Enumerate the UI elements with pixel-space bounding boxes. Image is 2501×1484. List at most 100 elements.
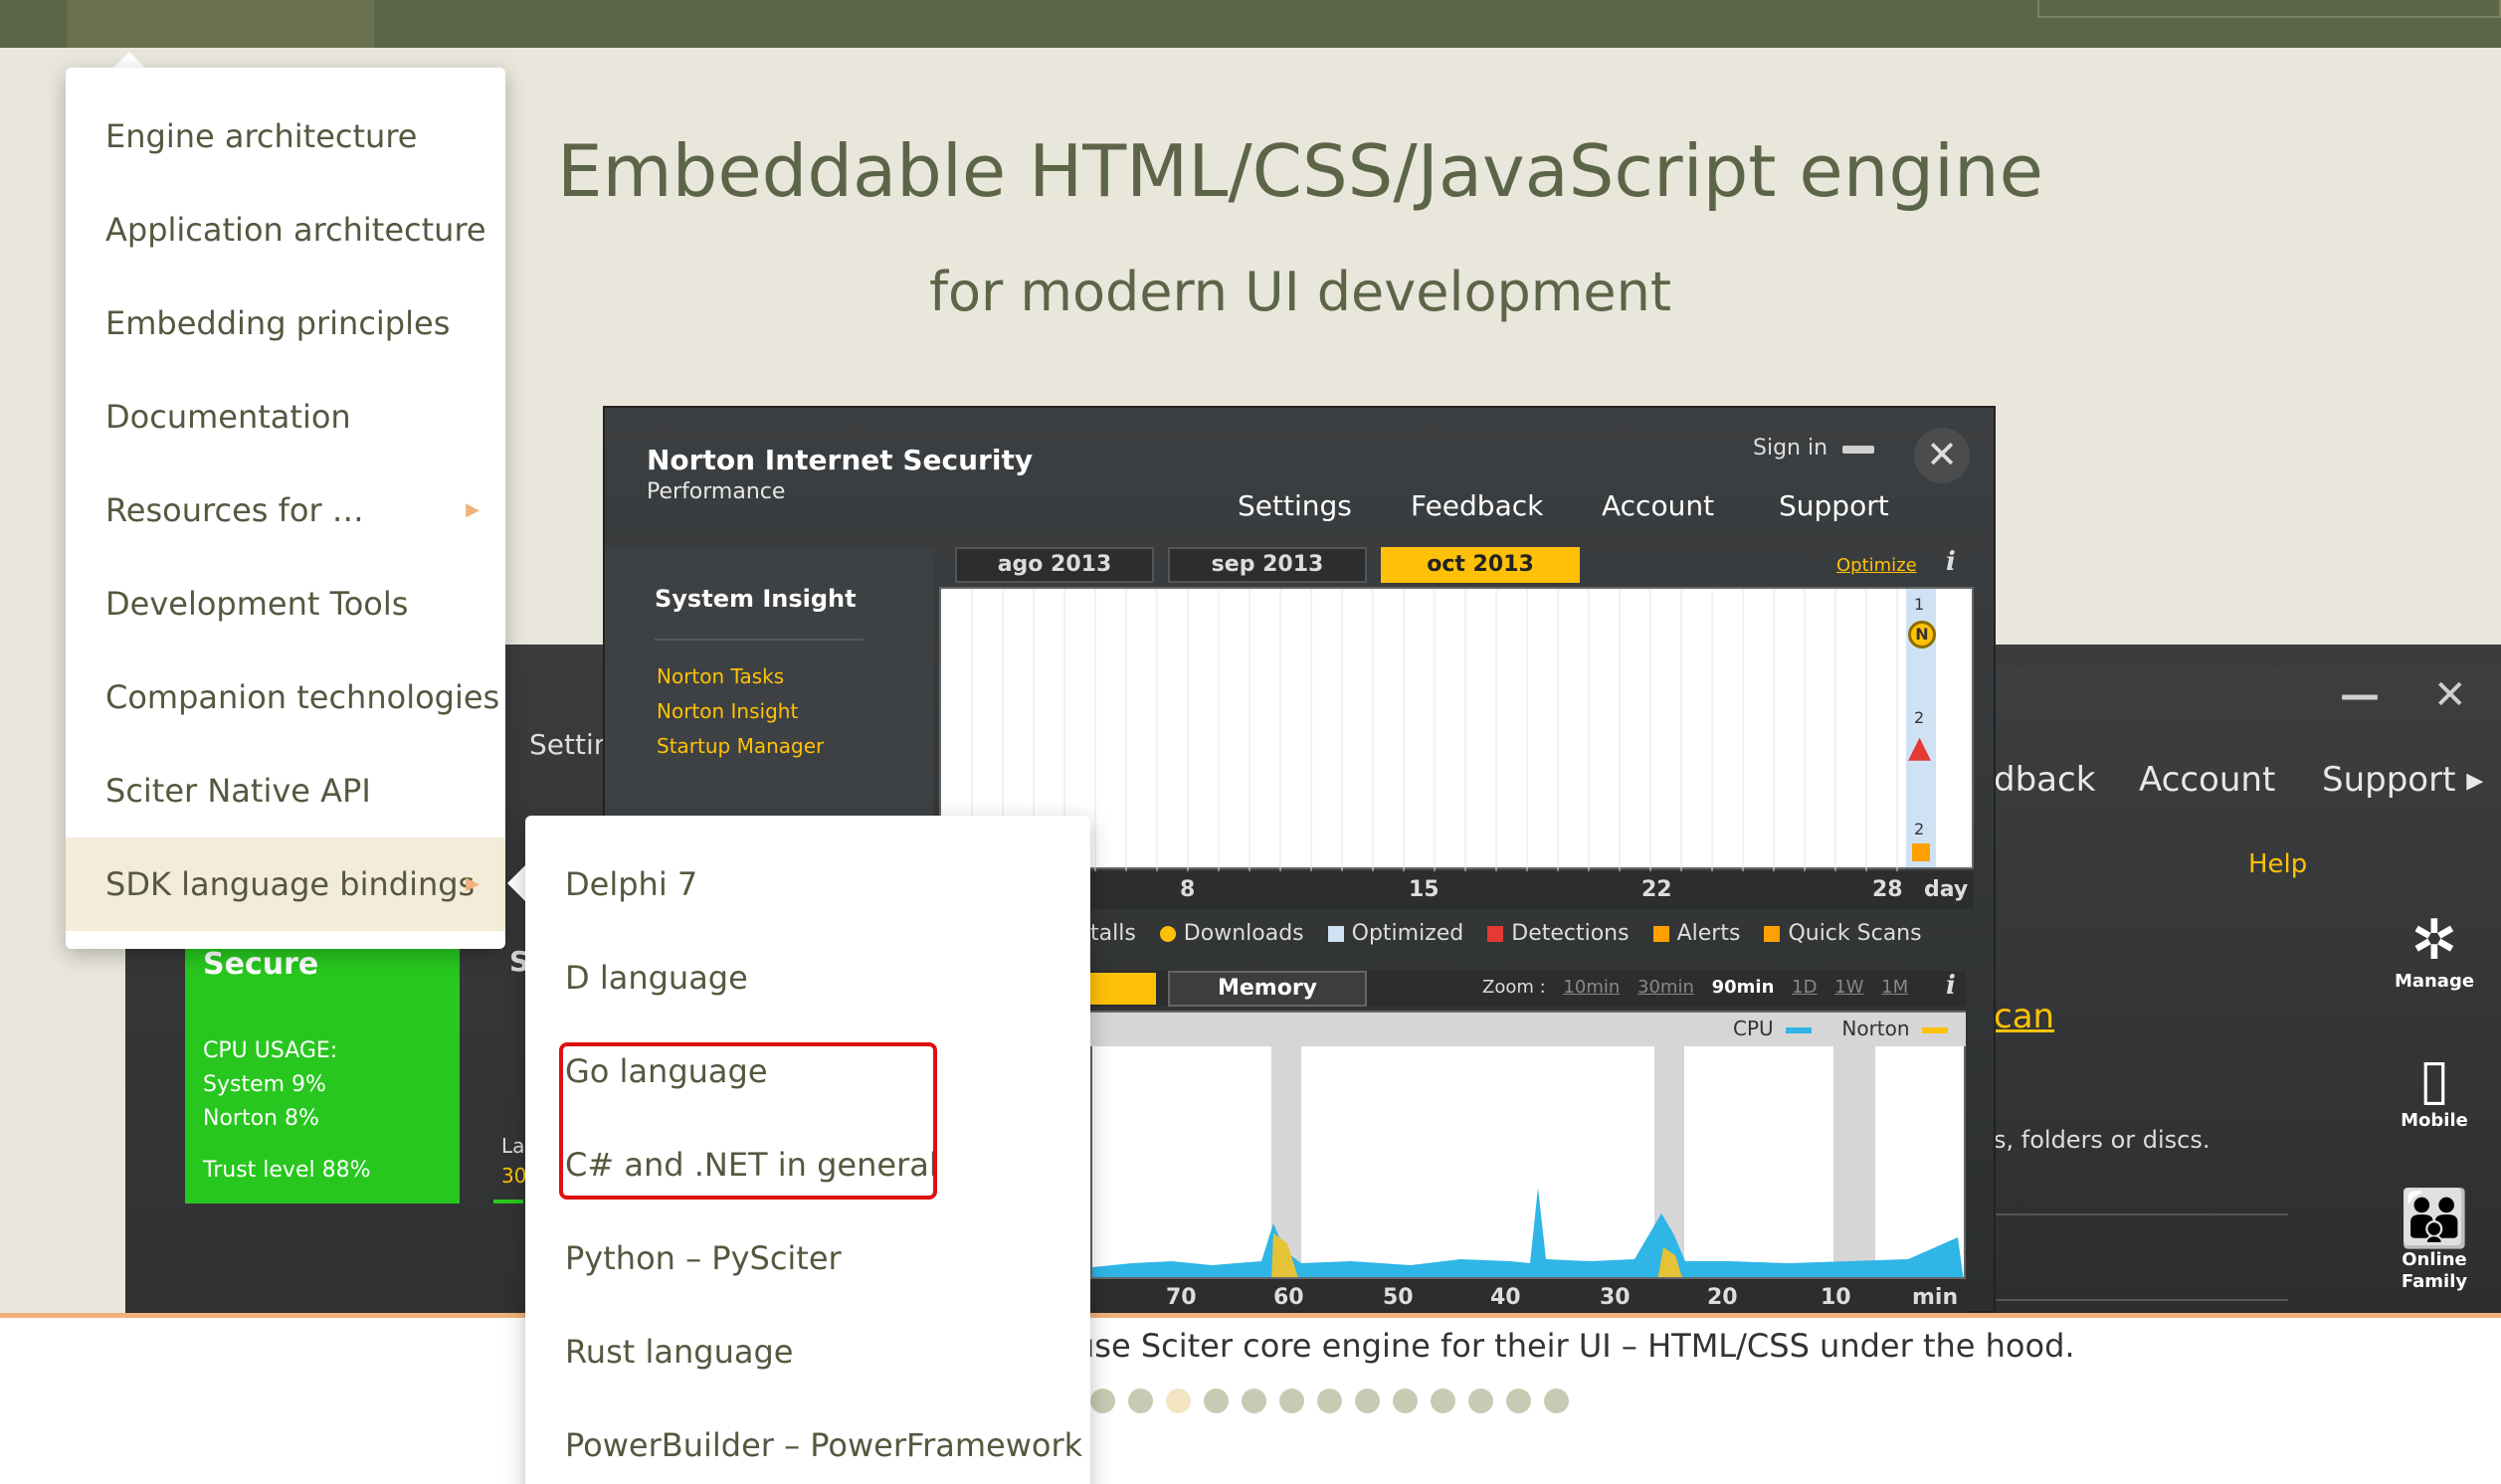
- cpu-legend-label: CPU: [1733, 1017, 1774, 1040]
- legend-label: Detections: [1511, 921, 1630, 946]
- menu-item-embedding-principles[interactable]: Embedding principles: [66, 277, 505, 370]
- mobile-icon: ▯ Mobile: [2370, 1050, 2499, 1132]
- detection-icon: [1487, 925, 1504, 942]
- menu-item-engine-architecture[interactable]: Engine architecture: [66, 90, 505, 183]
- menu-item-label: Sciter Native API: [105, 772, 371, 810]
- legend-item: Optimized: [1327, 921, 1464, 946]
- menu-item-label: Resources for …: [105, 491, 364, 529]
- carousel-dot[interactable]: [1242, 1389, 1266, 1413]
- back-tab-feedback: dback: [1994, 760, 2096, 800]
- axis-tick: 30: [1600, 1285, 1631, 1310]
- warning-icon: ▲: [1908, 730, 1932, 765]
- secure-title: Secure: [203, 947, 319, 982]
- back-tab-account: Account: [2139, 760, 2276, 800]
- carousel-dot[interactable]: [1128, 1389, 1153, 1413]
- carousel-dot[interactable]: [1393, 1389, 1418, 1413]
- legend-item: Quick Scans: [1764, 921, 1922, 946]
- back-text-fragment: 30: [501, 1164, 527, 1188]
- menu-item-label: Engine architecture: [105, 117, 418, 155]
- lane-count: 2: [1914, 708, 1925, 727]
- submenu-item-rust-language[interactable]: Rust language: [525, 1305, 1090, 1398]
- menu-item-documentation[interactable]: Documentation: [66, 370, 505, 464]
- menu-item-label: Embedding principles: [105, 304, 451, 342]
- axis-tick: 8: [1180, 877, 1196, 902]
- manage-label: Manage: [2394, 971, 2475, 992]
- axis-tick: 40: [1490, 1285, 1521, 1310]
- zoom-option: 1M: [1881, 977, 1909, 998]
- info-icon: i: [1946, 971, 1956, 1001]
- submenu-item-delphi-7[interactable]: Delphi 7: [525, 837, 1090, 931]
- zoom-option: 10min: [1563, 977, 1621, 998]
- window-subtitle: Performance: [647, 479, 786, 504]
- chart-grid: [971, 589, 1898, 871]
- download-icon: [1159, 925, 1176, 942]
- norton-tasks-link: Norton Tasks: [657, 664, 785, 688]
- submenu-caret: [507, 865, 525, 901]
- menu-item-application-architecture[interactable]: Application architecture: [66, 183, 505, 277]
- legend-item: Downloads: [1159, 921, 1304, 946]
- legend-label: Optimized: [1351, 921, 1464, 946]
- carousel-dot[interactable]: [1317, 1389, 1342, 1413]
- divider: [655, 639, 864, 641]
- carousel-dot[interactable]: [1544, 1389, 1569, 1413]
- month-tab: ago 2013: [955, 547, 1154, 583]
- submenu-item-label: Delphi 7: [565, 865, 698, 903]
- zoom-option: 1D: [1792, 977, 1818, 998]
- zoom-option-selected: 90min: [1711, 977, 1775, 998]
- info-icon: i: [1946, 547, 1956, 577]
- carousel-dot[interactable]: [1468, 1389, 1493, 1413]
- menu-item-development-tools[interactable]: Development Tools: [66, 557, 505, 650]
- active-resource-tab: [1090, 973, 1156, 1005]
- zoom-option: 30min: [1637, 977, 1694, 998]
- menu-item-companion-technologies[interactable]: Companion technologies: [66, 650, 505, 744]
- cpu-norton: Norton 8%: [203, 1106, 319, 1131]
- axis-tick: 22: [1641, 877, 1672, 902]
- axis-tick: 20: [1707, 1285, 1738, 1310]
- axis-tick: 50: [1383, 1285, 1414, 1310]
- close-icon: ✕: [1914, 428, 1970, 483]
- trust-level: Trust level 88%: [203, 1158, 371, 1183]
- carousel-dot[interactable]: [1431, 1389, 1455, 1413]
- quick-scan-icon: [1764, 925, 1781, 942]
- cpu-usage-plot: [1092, 1013, 1964, 1277]
- menu-item-resources-for[interactable]: Resources for … ▶: [66, 464, 505, 557]
- axis-unit: min: [1912, 1285, 1959, 1310]
- submenu-item-label: PowerBuilder – PowerFramework: [565, 1426, 1083, 1464]
- search-input[interactable]: [2037, 0, 2501, 18]
- legend-label: talls: [1090, 921, 1136, 946]
- carousel-dot[interactable]: [1279, 1389, 1304, 1413]
- carousel-dot[interactable]: [1090, 1389, 1115, 1413]
- menu-item-sdk-language-bindings[interactable]: SDK language bindings ▶: [66, 837, 505, 931]
- startup-manager-link: Startup Manager: [657, 734, 825, 758]
- legend-label: Downloads: [1183, 921, 1304, 946]
- optimize-link: Optimize: [1836, 555, 1917, 576]
- cpu-usage-label: CPU USAGE:: [203, 1038, 338, 1063]
- submenu-item-python-pysciter[interactable]: Python – PySciter: [525, 1211, 1090, 1305]
- carousel-dot[interactable]: [1355, 1389, 1380, 1413]
- submenu-item-powerbuilder[interactable]: PowerBuilder – PowerFramework: [525, 1398, 1090, 1484]
- window-title: Norton Internet Security: [647, 444, 1034, 476]
- submenu-item-d-language[interactable]: D language: [525, 931, 1090, 1024]
- annotation-highlight-box: [559, 1042, 937, 1200]
- month-tab: sep 2013: [1168, 547, 1367, 583]
- cpu-legend: CPU Norton: [1733, 1017, 1948, 1040]
- close-icon: ✕: [2433, 672, 2467, 718]
- axis-tick: 15: [1409, 877, 1440, 902]
- menu-item-sciter-native-api[interactable]: Sciter Native API: [66, 744, 505, 837]
- nav-tab-developers[interactable]: [67, 0, 374, 48]
- submenu-item-label: Rust language: [565, 1333, 794, 1371]
- submenu-item-label: D language: [565, 959, 748, 997]
- system-insight-heading: System Insight: [655, 585, 857, 613]
- legend-item: Detections: [1487, 921, 1630, 946]
- chevron-right-icon: ▶: [466, 873, 480, 894]
- axis-tick: 10: [1821, 1285, 1851, 1310]
- minimize-icon: —: [2340, 672, 2380, 718]
- norton-insight-link: Norton Insight: [657, 699, 799, 723]
- carousel-dot[interactable]: [1166, 1389, 1191, 1413]
- carousel-dot[interactable]: [1506, 1389, 1531, 1413]
- zoom-option: 1W: [1834, 977, 1864, 998]
- carousel-dot[interactable]: [1204, 1389, 1229, 1413]
- legend-item: Alerts: [1652, 921, 1740, 946]
- tab-support: Support: [1779, 489, 1889, 522]
- optimized-icon: [1327, 925, 1344, 942]
